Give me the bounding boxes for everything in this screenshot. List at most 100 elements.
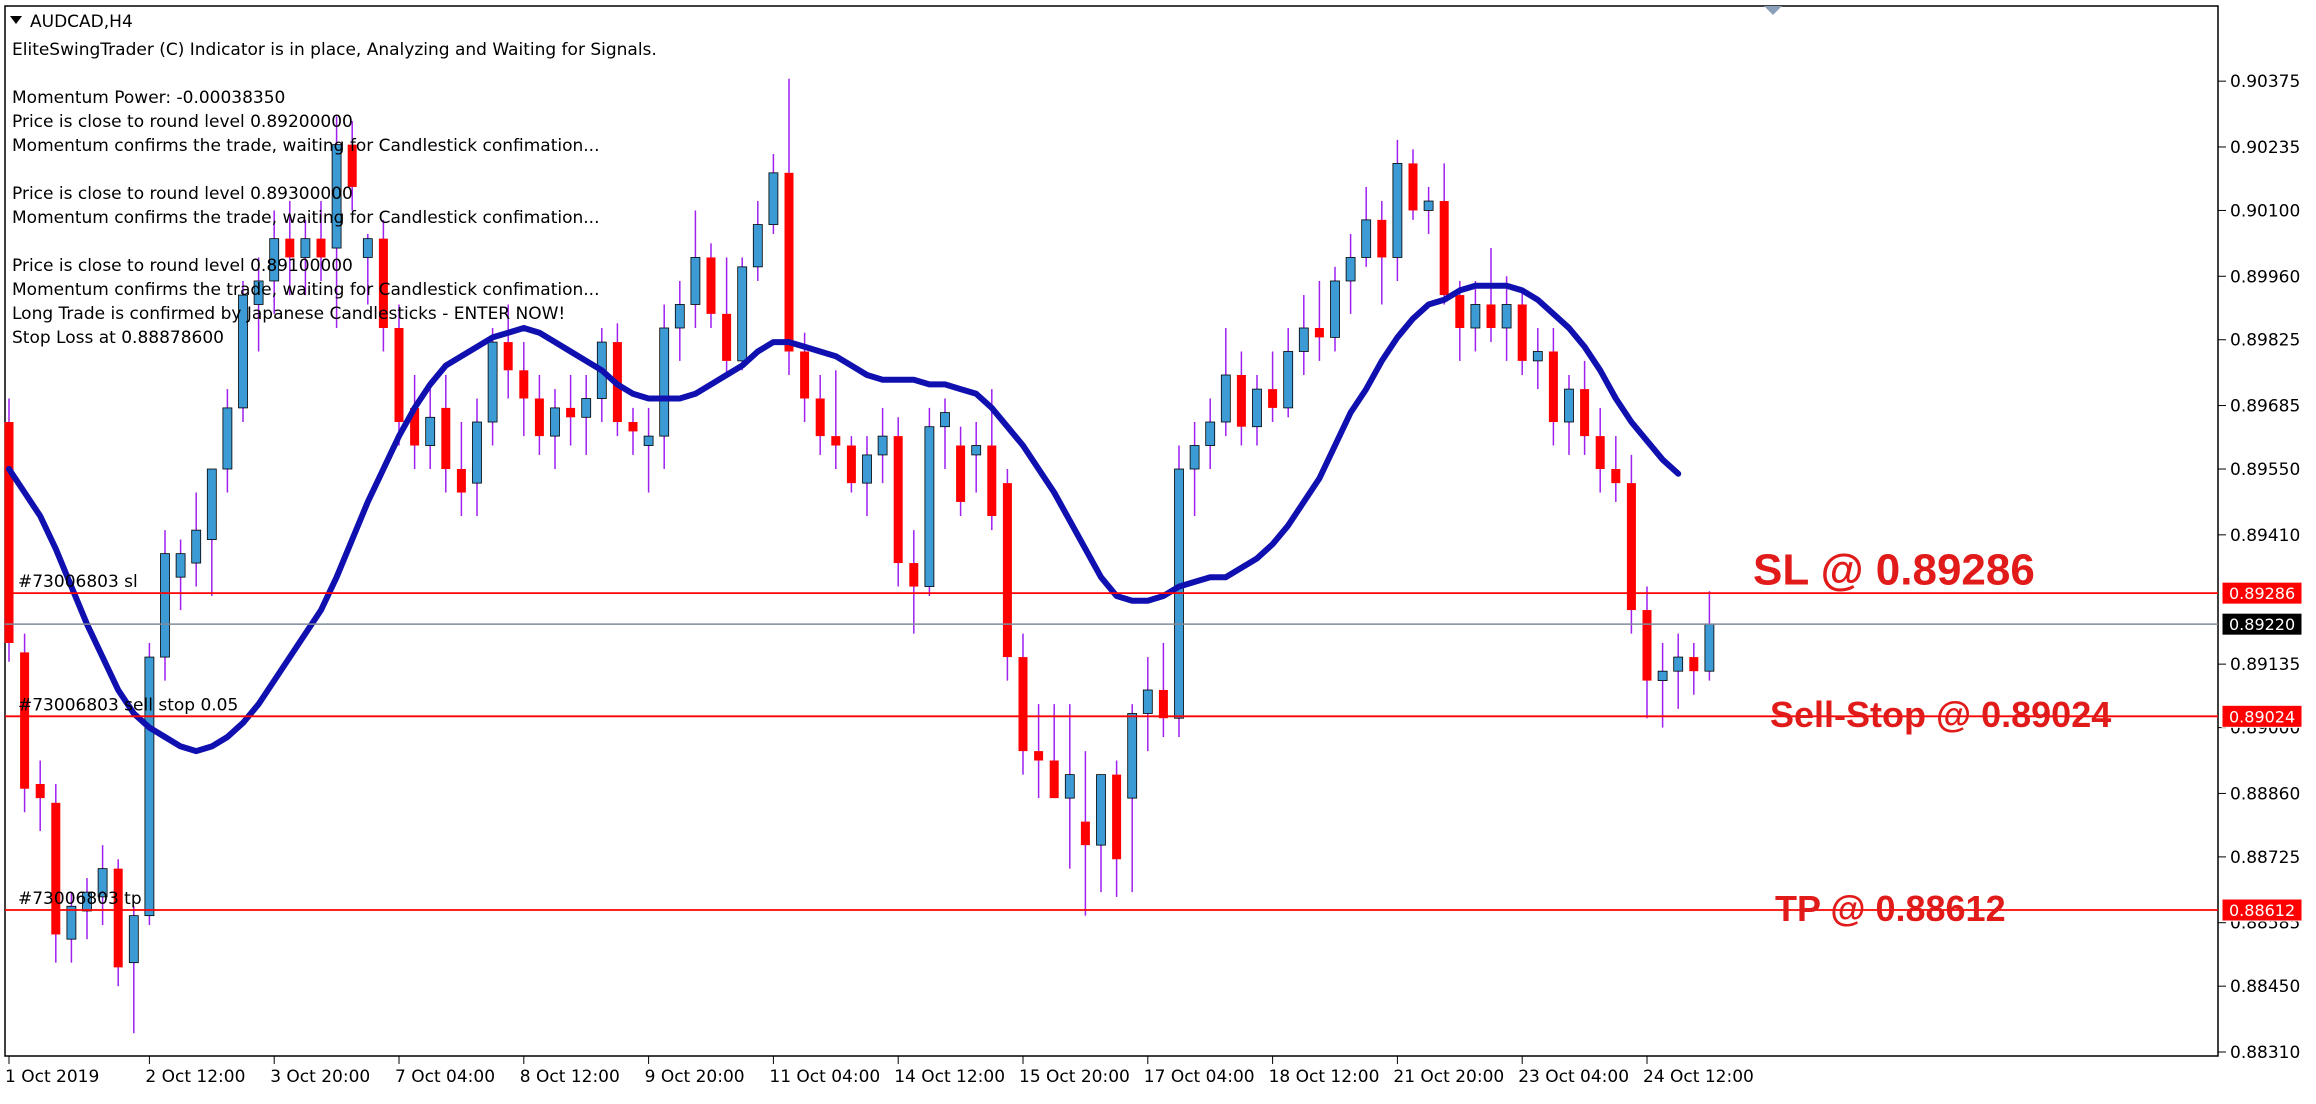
price-tick-label: 0.89825: [2230, 331, 2300, 351]
bull-candle-body: [971, 445, 982, 456]
bear-candle-body: [1080, 821, 1090, 846]
price-box-label: 0.89024: [2229, 707, 2295, 726]
bear-candle-body: [1002, 483, 1012, 658]
bull-candle-body: [1361, 219, 1372, 258]
level-chart-label-entry: #73006803 sell stop 0.05: [18, 695, 238, 715]
time-tick-label: 24 Oct 12:00: [1643, 1067, 1754, 1087]
time-tick-label: 2 Oct 12:00: [145, 1067, 245, 1087]
bear-candle-body: [628, 422, 638, 432]
price-box-tp: 0.88612: [2221, 898, 2303, 922]
bull-candle-body: [1470, 304, 1481, 329]
indicator-info-line: Momentum confirms the trade, waiting for…: [12, 208, 599, 228]
indicator-info-line: Price is close to round level 0.89300000: [12, 184, 353, 204]
bull-candle-body: [581, 398, 592, 418]
time-tick-label: 9 Oct 20:00: [645, 1067, 745, 1087]
candle: [4, 398, 14, 662]
bull-candle-body: [222, 407, 233, 470]
price-box-label: 0.89286: [2229, 584, 2295, 603]
bear-candle-body: [456, 469, 466, 493]
bull-candle-body: [643, 435, 654, 446]
trading-chart-window[interactable]: #73006803 sl SL @ 0.89286 #73006803 sell s…: [0, 0, 2316, 1100]
bear-candle-body: [1548, 351, 1558, 423]
bear-candle-body: [784, 172, 794, 352]
time-tick-label: 23 Oct 04:00: [1518, 1067, 1629, 1087]
bear-candle-body: [503, 342, 513, 371]
bear-candle-body: [394, 327, 404, 423]
indicator-info-line: Price is close to round level 0.89200000: [12, 112, 353, 132]
price-tick-label: 0.89960: [2230, 267, 2300, 287]
price-box-entry: 0.89024: [2221, 704, 2303, 728]
bull-candle-body: [191, 529, 202, 564]
bull-candle-body: [1283, 351, 1294, 409]
bear-candle-body: [1034, 751, 1044, 761]
time-tick-label: 11 Oct 04:00: [769, 1067, 880, 1087]
price-tick-label: 0.90100: [2230, 201, 2300, 221]
price-tick-label: 0.88310: [2230, 1043, 2300, 1063]
candle: [238, 280, 248, 423]
bear-candle-body: [1517, 304, 1527, 361]
bull-candle-body: [1392, 163, 1403, 258]
bull-candle-body: [425, 416, 436, 446]
bull-candle-body: [1220, 374, 1231, 423]
bear-candle-body: [1626, 483, 1636, 611]
candle: [144, 642, 155, 926]
bull-candle-body: [1423, 200, 1434, 211]
bear-candle-body: [1455, 295, 1465, 328]
bear-candle-body: [831, 436, 841, 446]
indicator-info-line: Stop Loss at 0.88878600: [12, 328, 224, 348]
bear-candle-body: [1611, 469, 1621, 484]
price-box-label: 0.88612: [2229, 901, 2295, 920]
bear-candle-body: [1236, 374, 1246, 427]
bull-candle-body: [1142, 689, 1153, 714]
indicator-info-line: EliteSwingTrader (C) Indicator is in pla…: [12, 40, 657, 60]
bear-candle-body: [113, 868, 123, 968]
bear-candle-body: [1486, 304, 1496, 328]
bear-candle-body: [1268, 389, 1278, 408]
bull-candle-body: [752, 224, 763, 268]
bull-candle-body: [1064, 774, 1075, 799]
bear-candle-body: [441, 407, 451, 470]
bull-candle-body: [690, 257, 701, 305]
price-tick-label: 0.90375: [2230, 72, 2300, 92]
price-box-current: 0.89220: [2221, 612, 2303, 636]
indicator-info-line: Price is close to round level 0.89100000: [12, 256, 353, 276]
bear-candle-body: [1595, 436, 1605, 470]
bear-candle-body: [1439, 201, 1449, 296]
bull-candle-body: [1704, 623, 1715, 672]
bear-candle-body: [1642, 610, 1652, 681]
bull-candle-body: [128, 915, 139, 964]
bull-candle-body: [1345, 257, 1356, 282]
bear-candle-body: [1377, 219, 1387, 258]
bear-candle-body: [316, 238, 326, 258]
bull-candle-body: [862, 454, 872, 484]
candle: [113, 859, 123, 987]
bull-candle-body: [1673, 656, 1684, 672]
price-tick-label: 0.89685: [2230, 397, 2300, 417]
price-tick-label: 0.89550: [2230, 460, 2300, 480]
indicator-info-line: Momentum confirms the trade, waiting for…: [12, 280, 599, 300]
bear-candle-body: [519, 370, 529, 399]
bull-candle-body: [768, 172, 779, 225]
time-tick-label: 14 Oct 12:00: [894, 1067, 1005, 1087]
bull-candle-body: [472, 421, 482, 484]
bear-candle-body: [1408, 163, 1418, 211]
candle: [1002, 469, 1012, 681]
candle: [20, 633, 30, 813]
bull-candle-body: [175, 553, 186, 578]
bull-candle-body: [1330, 280, 1340, 338]
bear-candle-body: [1580, 389, 1590, 437]
bear-candle-body: [534, 398, 544, 437]
bear-candle-body: [1158, 689, 1168, 719]
indicator-info-line: Momentum confirms the trade, waiting for…: [12, 136, 599, 156]
bear-candle-body: [35, 784, 45, 799]
bear-candle-body: [1314, 327, 1324, 338]
bear-candle-body: [285, 238, 295, 258]
indicator-info-line: Long Trade is confirmed by Japanese Cand…: [12, 304, 565, 324]
bull-candle-body: [160, 553, 170, 658]
candle: [924, 407, 935, 596]
bull-candle-body: [1532, 351, 1543, 362]
level-big-label-sl: SL @ 0.89286: [1753, 545, 2035, 594]
bear-candle-body: [1018, 657, 1028, 752]
bull-candle-body: [1127, 713, 1138, 799]
bull-candle-body: [674, 304, 685, 329]
